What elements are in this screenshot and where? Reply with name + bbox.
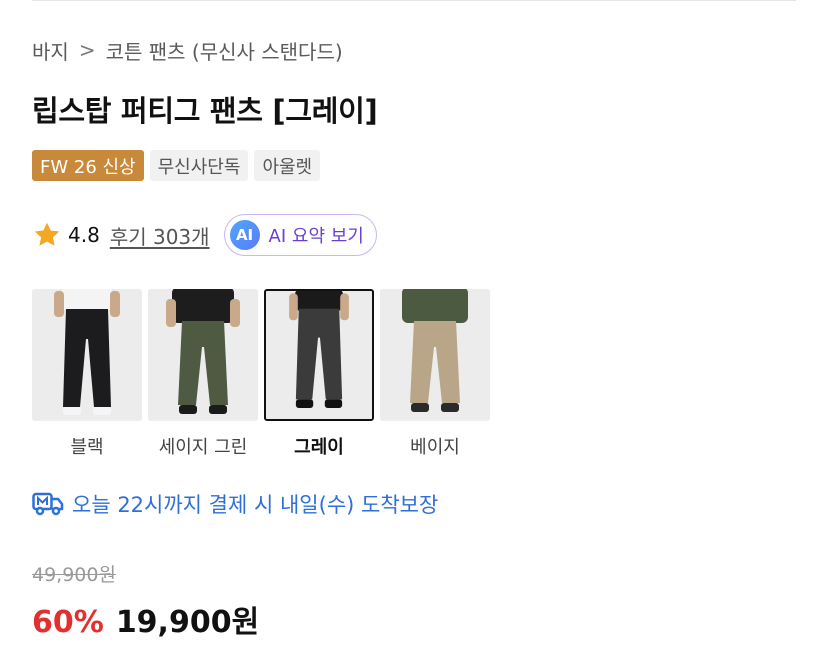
product-thumbnail (32, 289, 142, 421)
outlet-badge: 아울렛 (254, 150, 321, 181)
model-image (32, 289, 142, 421)
rating-value: 4.8 (68, 223, 100, 247)
color-option-black[interactable]: 블랙 (32, 289, 142, 459)
breadcrumb-subcategory[interactable]: 코튼 팬츠 (무신사 스탠다드) (106, 36, 343, 65)
model-image (148, 289, 258, 421)
review-count-link[interactable]: 후기 303개 (110, 221, 210, 250)
price-row: 60% 19,900원 (32, 597, 259, 641)
product-thumbnail (148, 289, 258, 421)
discount-rate: 60% (32, 605, 104, 640)
ai-summary-button[interactable]: AI AI 요약 보기 (223, 214, 377, 256)
ai-icon: AI (229, 220, 260, 250)
sale-price: 19,900원 (115, 605, 260, 640)
breadcrumb: 바지 > 코튼 팬츠 (무신사 스탠다드) (32, 36, 343, 64)
ai-summary-label: AI 요약 보기 (268, 226, 364, 247)
top-divider (32, 0, 796, 1)
color-option-gray[interactable]: 그레이 (264, 289, 374, 459)
badge-list: FW 26 신상 무신사단독 아울렛 (32, 150, 321, 181)
model-image (380, 289, 490, 421)
product-thumbnail (264, 289, 374, 421)
delivery-truck-icon (32, 492, 64, 516)
product-title: 립스탑 퍼티그 팬츠 [그레이] (32, 94, 378, 128)
star-icon (34, 222, 60, 246)
color-option-beige[interactable]: 베이지 (380, 289, 490, 459)
product-thumbnail (380, 289, 490, 421)
new-badge: FW 26 신상 (32, 150, 144, 181)
delivery-guarantee: 오늘 22시까지 결제 시 내일(수) 도착보장 (32, 488, 438, 520)
rating-row: 4.8 후기 303개 AI AI 요약 보기 (32, 214, 377, 256)
color-option-sage-green[interactable]: 세이지 그린 (148, 289, 258, 459)
color-options: 블랙 세이지 그린 그레이 베이지 (32, 289, 490, 459)
exclusive-badge: 무신사단독 (149, 150, 249, 181)
chevron-right-icon: > (78, 38, 96, 62)
breadcrumb-category[interactable]: 바지 (32, 36, 69, 65)
color-option-label: 세이지 그린 (158, 437, 248, 458)
model-image (266, 291, 372, 419)
original-price: 49,900원 (32, 564, 116, 586)
color-option-label: 그레이 (294, 437, 344, 458)
delivery-text: 오늘 22시까지 결제 시 내일(수) 도착보장 (72, 493, 439, 517)
color-option-label: 베이지 (410, 437, 460, 458)
color-option-label: 블랙 (70, 437, 104, 458)
